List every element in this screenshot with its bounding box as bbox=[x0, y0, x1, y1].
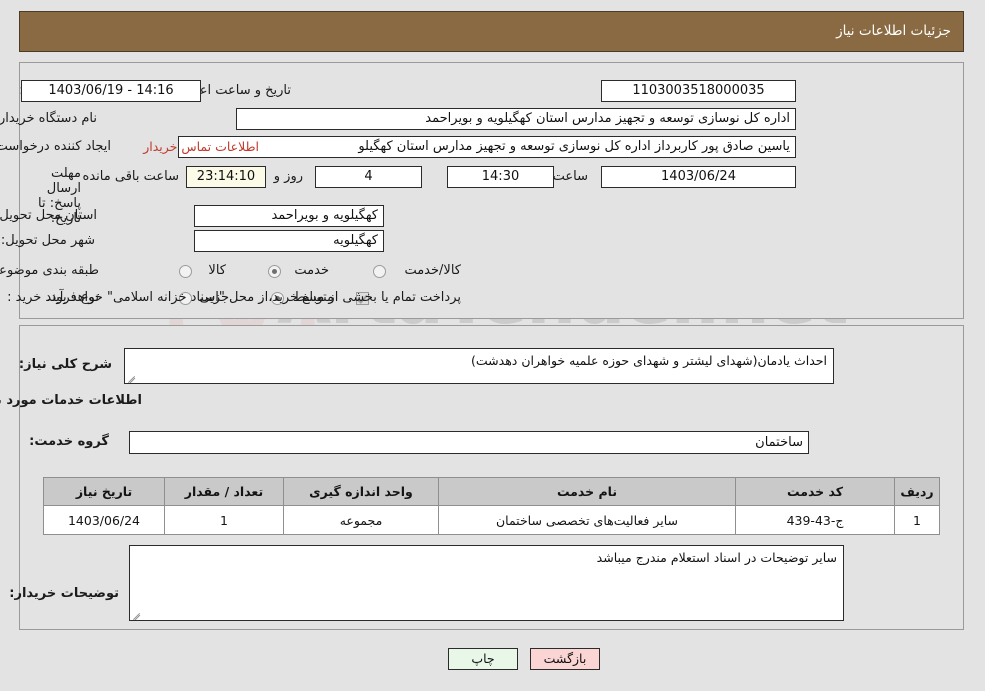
city-value: کهگیلویه bbox=[195, 230, 385, 252]
remaining-suffix-label: ساعت باقی مانده bbox=[83, 169, 180, 184]
back-button[interactable]: بازگشت bbox=[531, 648, 601, 670]
page-root: ArtaTender.net جزئیات اطلاعات نیاز شماره… bbox=[0, 0, 985, 691]
col-radif: ردیف bbox=[895, 477, 941, 506]
buyer-notes-value: سایر توضیحات در اسناد استعلام مندرج میبا… bbox=[597, 550, 838, 565]
table-row: 1 ج-43-439 سایر فعالیت‌های تخصصی ساختمان… bbox=[44, 505, 941, 535]
service-group-label: گروه خدمت: bbox=[30, 434, 110, 449]
service-group-value: ساختمان bbox=[130, 431, 810, 454]
category-radio-1[interactable] bbox=[269, 265, 282, 278]
need-summary-textarea[interactable]: احداث یادمان(شهدای لیشتر و شهدای حوزه عل… bbox=[125, 348, 835, 384]
remaining-clock-value: 23:14:10 bbox=[187, 166, 267, 188]
services-section-title: اطلاعات خدمات مورد نیاز bbox=[0, 393, 143, 408]
buyer-org-value: اداره کل نوسازی توسعه و تجهیز مدارس استا… bbox=[237, 108, 797, 130]
remaining-days-value: 4 bbox=[316, 166, 423, 188]
deadline-time-value: 14:30 bbox=[448, 166, 555, 188]
resize-grip-icon[interactable] bbox=[128, 372, 138, 383]
col-code: کد خدمت bbox=[736, 477, 896, 506]
category-option-0-label: کالا bbox=[209, 263, 227, 278]
city-label: شهر محل تحویل: bbox=[1, 233, 96, 248]
table-header-row: ردیف کد خدمت نام خدمت واحد اندازه گیری ت… bbox=[44, 477, 941, 506]
need-summary-value: احداث یادمان(شهدای لیشتر و شهدای حوزه عل… bbox=[472, 353, 828, 368]
buyer-org-label: نام دستگاه خریدار: bbox=[0, 111, 98, 126]
hour-label: ساعت bbox=[553, 169, 589, 184]
col-name: نام خدمت bbox=[439, 477, 737, 506]
col-qty: تعداد / مقدار bbox=[165, 477, 285, 506]
province-label: استان محل تحویل: bbox=[0, 208, 98, 223]
days-and-label: روز و bbox=[274, 169, 304, 184]
buyer-contact-link[interactable]: اطلاعات تماس خریدار bbox=[144, 139, 260, 154]
resize-grip-icon-2[interactable] bbox=[133, 609, 143, 620]
cell-code: ج-43-439 bbox=[736, 505, 896, 535]
cell-unit: مجموعه bbox=[284, 505, 440, 535]
print-button[interactable]: چاپ bbox=[449, 648, 519, 670]
col-need-date: تاریخ نیاز bbox=[44, 477, 166, 506]
services-table: ردیف کد خدمت نام خدمت واحد اندازه گیری ت… bbox=[44, 477, 941, 535]
treasury-checkbox-label: پرداخت تمام یا بخشی از مبلغ خرید،از محل … bbox=[47, 290, 462, 305]
category-option-2-label: کالا/خدمت bbox=[405, 263, 462, 278]
col-unit: واحد اندازه گیری bbox=[284, 477, 440, 506]
requester-label: ایجاد کننده درخواست: bbox=[0, 139, 112, 154]
need-number-value: 1103003518000035 bbox=[602, 80, 797, 102]
requester-value: یاسین صادق پور کاربرداز اداره کل نوسازی … bbox=[179, 136, 797, 158]
buyer-notes-label: توضیحات خریدار: bbox=[10, 586, 120, 601]
category-option-1-label: خدمت bbox=[295, 263, 330, 278]
category-radio-0[interactable] bbox=[180, 265, 193, 278]
cell-radif: 1 bbox=[895, 505, 941, 535]
province-value: کهگیلویه و بویراحمد bbox=[195, 205, 385, 227]
cell-need-date: 1403/06/24 bbox=[44, 505, 166, 535]
page-title: جزئیات اطلاعات نیاز bbox=[837, 23, 952, 39]
cell-qty: 1 bbox=[165, 505, 285, 535]
deadline-date-value: 1403/06/24 bbox=[602, 166, 797, 188]
category-label: طبقه بندی موضوعی: bbox=[0, 263, 100, 278]
cell-name: سایر فعالیت‌های تخصصی ساختمان bbox=[439, 505, 737, 535]
need-summary-label: شرح کلی نیاز: bbox=[19, 357, 113, 372]
category-radio-2[interactable] bbox=[374, 265, 387, 278]
announce-value: 14:16 - 1403/06/19 bbox=[22, 80, 202, 102]
page-title-bar: جزئیات اطلاعات نیاز bbox=[20, 11, 965, 52]
buyer-notes-textarea[interactable]: سایر توضیحات در اسناد استعلام مندرج میبا… bbox=[130, 545, 845, 621]
